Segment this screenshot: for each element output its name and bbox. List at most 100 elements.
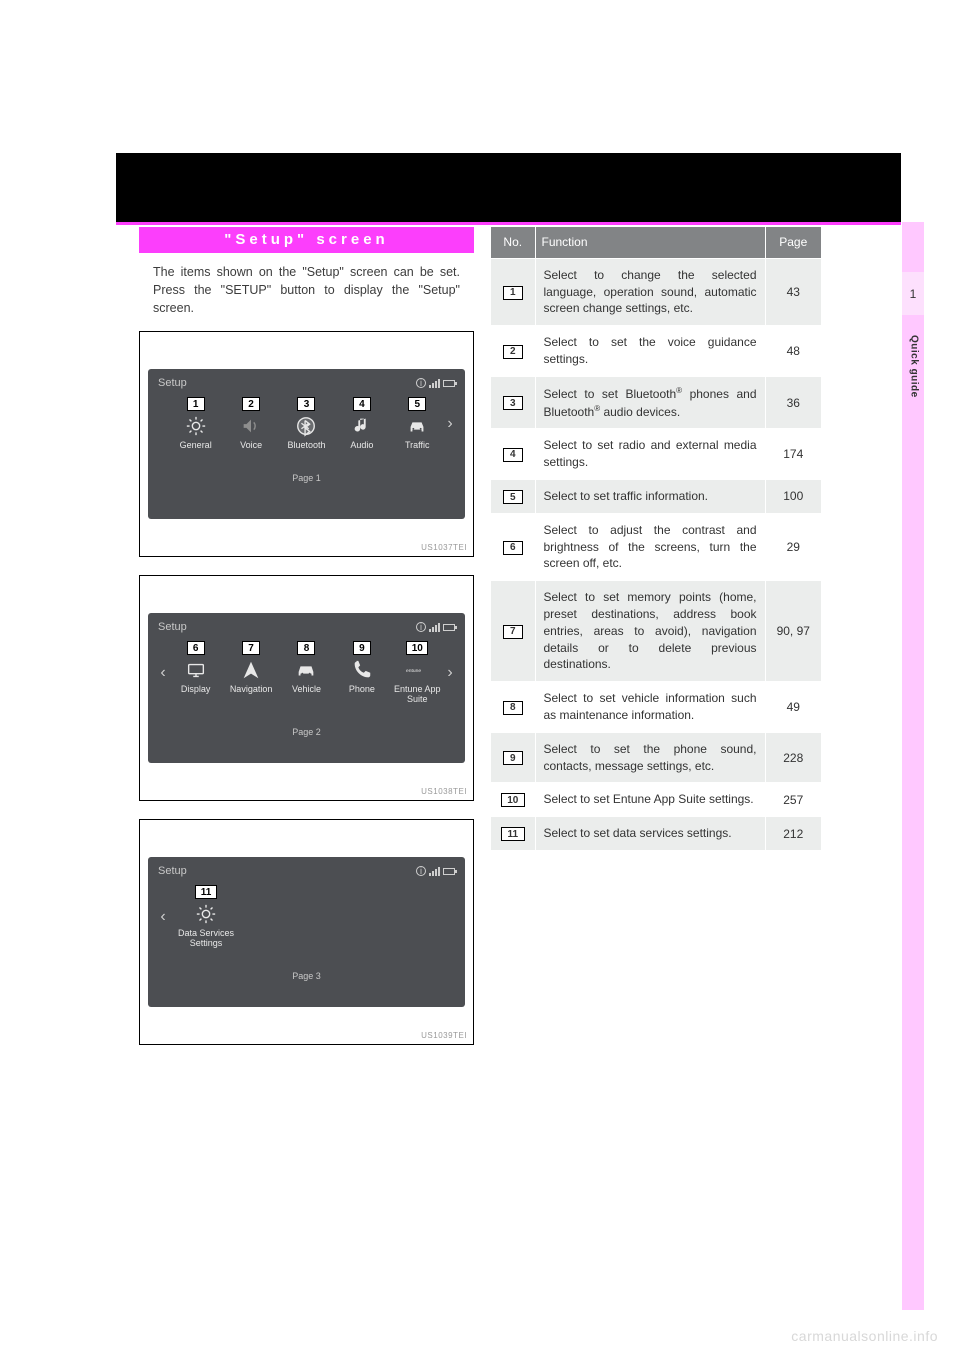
table-row: 7Select to set memory points (home, pres… bbox=[491, 581, 821, 682]
cell-function: Select to set traffic information. bbox=[535, 479, 765, 513]
table-row: 9Select to set the phone sound, contacts… bbox=[491, 732, 821, 783]
manual-page: "Setup" screen The items shown on the "S… bbox=[0, 0, 960, 1358]
th-no: No. bbox=[491, 227, 535, 258]
setup-panel: Setup i ‹ 6 D bbox=[148, 613, 465, 763]
setup-item-label: General bbox=[180, 441, 212, 451]
setup-item-audio[interactable]: 4 Audio bbox=[337, 397, 387, 451]
left-column: "Setup" screen The items shown on the "S… bbox=[139, 227, 474, 1063]
status-icons: i bbox=[416, 866, 455, 876]
page-right-arrow[interactable]: › bbox=[445, 416, 455, 432]
callout-8: 8 bbox=[297, 641, 315, 655]
screenshot-page-2: Setup i ‹ 6 D bbox=[139, 575, 474, 801]
row-index-box: 10 bbox=[501, 793, 525, 807]
setup-item-data-services[interactable]: 11 Data Services Settings bbox=[174, 885, 238, 949]
setup-title: Setup bbox=[158, 377, 187, 389]
setup-item-voice[interactable]: 2 Voice bbox=[226, 397, 276, 451]
cell-page: 174 bbox=[765, 429, 821, 480]
cell-function: Select to adjust the contrast and bright… bbox=[535, 513, 765, 580]
cell-function: Select to set Bluetooth® phones and Blue… bbox=[535, 376, 765, 429]
phone-icon bbox=[349, 659, 375, 681]
cell-page: 49 bbox=[765, 682, 821, 733]
setup-item-label: Phone bbox=[349, 685, 375, 695]
gear-sun-icon bbox=[183, 415, 209, 437]
page-right-arrow[interactable]: › bbox=[445, 665, 455, 681]
battery-icon bbox=[443, 380, 455, 387]
bluetooth-icon bbox=[293, 415, 319, 437]
cell-page: 90, 97 bbox=[765, 581, 821, 682]
function-table-wrap: No. Function Page 1Select to change the … bbox=[491, 227, 821, 850]
setup-panel: Setup i ‹ 11 bbox=[148, 857, 465, 1007]
callout-4: 4 bbox=[353, 397, 371, 411]
cell-function: Select to set data services settings. bbox=[535, 817, 765, 850]
voice-icon bbox=[238, 415, 264, 437]
row-index-box: 8 bbox=[503, 701, 523, 715]
row-index-box: 3 bbox=[503, 396, 523, 410]
chapter-number: 1 bbox=[910, 287, 917, 301]
setup-item-bluetooth[interactable]: 3 Bluetooth bbox=[281, 397, 331, 451]
cell-function: Select to set the phone sound, contacts,… bbox=[535, 732, 765, 783]
cell-no: 7 bbox=[491, 581, 535, 682]
cell-function: Select to set radio and external media s… bbox=[535, 429, 765, 480]
setup-item-general[interactable]: 1 General bbox=[171, 397, 221, 451]
setup-page-label: Page 2 bbox=[158, 727, 455, 737]
header-underline bbox=[116, 222, 901, 225]
cell-no: 5 bbox=[491, 479, 535, 513]
cell-function: Select to change the selected language, … bbox=[535, 258, 765, 325]
setup-item-label: Display bbox=[181, 685, 211, 695]
th-page: Page bbox=[765, 227, 821, 258]
status-icons: i bbox=[416, 378, 455, 388]
signal-icon bbox=[429, 379, 440, 388]
table-row: 10Select to set Entune App Suite setting… bbox=[491, 783, 821, 817]
page-left-arrow[interactable]: ‹ bbox=[158, 909, 168, 925]
setup-item-label: Vehicle bbox=[292, 685, 321, 695]
th-function: Function bbox=[535, 227, 765, 258]
table-row: 4 Select to set radio and external media … bbox=[491, 429, 821, 480]
note-icon bbox=[349, 415, 375, 437]
table-row: 6Select to adjust the contrast and brigh… bbox=[491, 513, 821, 580]
callout-6: 6 bbox=[187, 641, 205, 655]
page-left-arrow[interactable]: ‹ bbox=[158, 665, 168, 681]
table-row: 2Select to set the voice guidance settin… bbox=[491, 326, 821, 377]
chapter-tab[interactable]: 1 bbox=[902, 272, 924, 315]
image-id: US1038TEI bbox=[421, 787, 467, 796]
cell-no: 3 bbox=[491, 376, 535, 429]
battery-icon bbox=[443, 868, 455, 875]
battery-icon bbox=[443, 624, 455, 631]
cell-no: 11 bbox=[491, 817, 535, 850]
signal-icon bbox=[429, 623, 440, 632]
setup-item-navigation[interactable]: 7 Navigation bbox=[226, 641, 276, 705]
row-index-box: 5 bbox=[503, 490, 523, 504]
screenshot-page-3: Setup i ‹ 11 bbox=[139, 819, 474, 1045]
cell-page: 257 bbox=[765, 783, 821, 817]
setup-title: Setup bbox=[158, 621, 187, 633]
setup-item-label: Data Services Settings bbox=[174, 929, 238, 949]
setup-item-phone[interactable]: 9 Phone bbox=[337, 641, 387, 705]
function-table: No. Function Page 1Select to change the … bbox=[491, 227, 821, 850]
gear-sun-icon bbox=[193, 903, 219, 925]
table-row: 3 Select to set Bluetooth® phones and Blu… bbox=[491, 376, 821, 429]
info-icon: i bbox=[416, 378, 426, 388]
callout-7: 7 bbox=[242, 641, 260, 655]
cell-function: Select to set the voice guidance setting… bbox=[535, 326, 765, 377]
table-row: 1Select to change the selected language,… bbox=[491, 258, 821, 325]
setup-item-traffic[interactable]: 5 Traffic bbox=[392, 397, 442, 451]
cell-page: 212 bbox=[765, 817, 821, 850]
setup-item-entune[interactable]: 10 entune Entune App Suite bbox=[392, 641, 442, 705]
cell-no: 4 bbox=[491, 429, 535, 480]
chapter-label: Quick guide bbox=[903, 335, 925, 435]
cell-no: 9 bbox=[491, 732, 535, 783]
setup-panel: Setup i 1 Ge bbox=[148, 369, 465, 519]
row-index-box: 4 bbox=[503, 448, 523, 462]
callout-5: 5 bbox=[408, 397, 426, 411]
setup-item-vehicle[interactable]: 8 Vehicle bbox=[281, 641, 331, 705]
setup-item-label: Voice bbox=[240, 441, 262, 451]
cell-page: 100 bbox=[765, 479, 821, 513]
svg-text:entune: entune bbox=[406, 669, 421, 675]
callout-10: 10 bbox=[406, 641, 428, 655]
car-icon bbox=[404, 415, 430, 437]
setup-item-display[interactable]: 6 Display bbox=[171, 641, 221, 705]
cell-page: 228 bbox=[765, 732, 821, 783]
header-bar bbox=[116, 153, 901, 222]
callout-1: 1 bbox=[187, 397, 205, 411]
table-row: 5 Select to set traffic information.100 bbox=[491, 479, 821, 513]
